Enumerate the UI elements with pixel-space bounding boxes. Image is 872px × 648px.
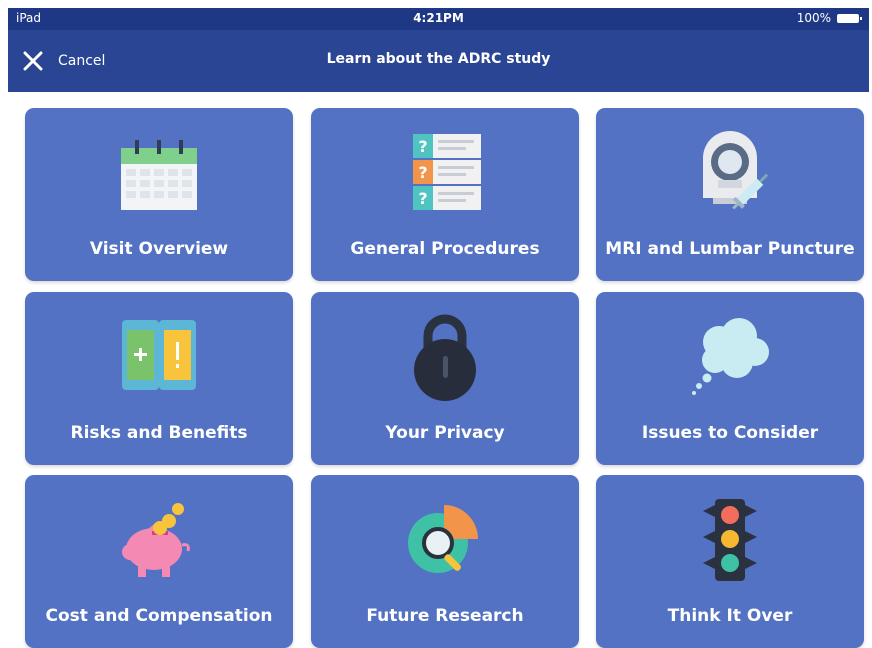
your-privacy-tile[interactable]: Your Privacy — [311, 292, 579, 465]
tile-label: Future Research — [366, 606, 524, 626]
tile-label: Cost and Compensation — [45, 606, 273, 626]
svg-text:?: ? — [418, 137, 427, 156]
chart-magnifier-icon — [408, 505, 478, 573]
mri-lumbar-puncture-tile[interactable]: MRI and Lumbar Puncture — [596, 108, 864, 281]
visit-overview-tile[interactable]: Visit Overview — [25, 108, 293, 281]
svg-text:?: ? — [418, 163, 427, 182]
traffic-light-icon — [703, 499, 757, 581]
tile-label: Risks and Benefits — [70, 423, 248, 443]
piggy-bank-icon — [122, 503, 190, 577]
tile-label: MRI and Lumbar Puncture — [605, 239, 855, 259]
think-it-over-tile[interactable]: Think It Over — [596, 475, 864, 648]
phones-plus-exclamation-icon — [122, 320, 196, 390]
padlock-icon — [414, 314, 476, 401]
question-list-icon: ??? — [413, 134, 481, 210]
risks-benefits-tile[interactable]: Risks and Benefits — [25, 292, 293, 465]
tile-label: Think It Over — [667, 606, 793, 626]
general-procedures-tile[interactable]: ??? General Procedures — [311, 108, 579, 281]
tile-label: Issues to Consider — [641, 423, 819, 443]
tile-label: General Procedures — [350, 239, 540, 259]
calendar-icon — [121, 140, 197, 210]
tile-label: Visit Overview — [89, 239, 229, 259]
cost-compensation-tile[interactable]: Cost and Compensation — [25, 475, 293, 648]
thought-cloud-icon — [692, 318, 769, 395]
svg-text:?: ? — [418, 189, 427, 208]
future-research-tile[interactable]: Future Research — [311, 475, 579, 648]
issues-to-consider-tile[interactable]: Issues to Consider — [596, 292, 864, 465]
mri-syringe-icon — [703, 131, 769, 210]
tile-label: Your Privacy — [385, 423, 505, 443]
topic-grid: Visit Overview ??? General Procedures MR… — [0, 0, 872, 648]
